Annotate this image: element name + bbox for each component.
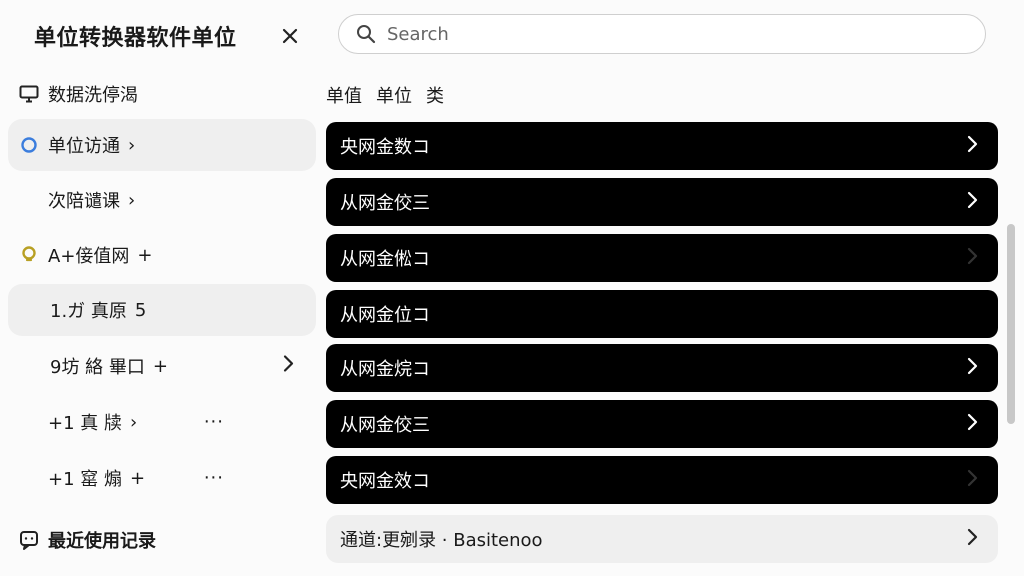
chevron-right-icon: [966, 469, 978, 491]
chevron-right-icon: ›: [128, 189, 136, 211]
chevron-right-icon: [966, 413, 978, 435]
column-header[interactable]: 单值: [326, 82, 362, 108]
list-item-label: 从网金位コ: [340, 305, 430, 326]
list-item[interactable]: 央网金数コ: [326, 122, 998, 170]
close-button[interactable]: [276, 22, 304, 50]
plus-icon: +: [137, 244, 153, 266]
search-icon: [355, 23, 377, 45]
more-icon[interactable]: ···: [204, 468, 224, 489]
sidebar-item-sub-1[interactable]: 次陪谴课 ›: [8, 174, 316, 226]
sidebar-item-label: 9坊 絡 畢口: [50, 357, 145, 378]
circle-icon: [18, 134, 40, 156]
sidebar-item-label: 次陪谴课: [48, 191, 120, 212]
column-header[interactable]: 类: [426, 82, 444, 108]
chevron-right-icon: ›: [129, 411, 138, 433]
column-header[interactable]: 单位: [376, 82, 412, 108]
sidebar-item-a-plus[interactable]: A+倿值网 +: [8, 229, 316, 281]
sidebar-item-count: 5: [134, 299, 147, 321]
lightbulb-icon: [18, 244, 40, 266]
sidebar-item-sub-4[interactable]: +1 真 牍 › ···: [8, 396, 316, 448]
list-item[interactable]: 从网金佼三: [326, 178, 998, 226]
list-item-label: 从网金烷コ: [340, 359, 430, 380]
chevron-right-icon: [966, 247, 978, 269]
list-item-label: 从网金倯コ: [340, 249, 430, 270]
list-item-label: 央网金效コ: [340, 471, 430, 492]
sidebar-item-label: 数据洗停渴: [48, 85, 138, 106]
chevron-right-icon: ›: [128, 134, 136, 156]
list-item[interactable]: 从网金佼三: [326, 400, 998, 448]
scrollbar[interactable]: [1007, 224, 1015, 424]
sidebar-item-sub-3[interactable]: 9坊 絡 畢口 +: [8, 340, 316, 392]
sidebar-item-recent[interactable]: 最近使用记录: [8, 514, 316, 566]
search-bar[interactable]: [338, 14, 986, 54]
plus-icon: +: [129, 467, 146, 489]
sidebar-item-label: 1.ガ 真原: [50, 301, 127, 322]
recent-record-row[interactable]: 通道:更剜录 · Basitenoo: [326, 515, 998, 563]
chevron-right-icon[interactable]: [282, 355, 294, 378]
close-icon: [282, 28, 298, 44]
list-item[interactable]: 央网金效コ: [326, 456, 998, 504]
app-title: 单位转换器软件单位: [34, 26, 237, 51]
sidebar-item-sub-5[interactable]: +1 窰 煽 + ···: [8, 452, 316, 504]
list-item-label: 从网金佼三: [340, 415, 430, 436]
chevron-right-icon: [966, 357, 978, 379]
column-headers: 单值 单位 类: [326, 82, 444, 108]
list-item[interactable]: 从网金烷コ: [326, 344, 998, 392]
list-item-label: 央网金数コ: [340, 137, 430, 158]
sidebar-item-label: A+倿值网: [48, 246, 130, 267]
sidebar-item-label: 单位访通: [48, 136, 120, 157]
sidebar-item-label: +1 真 牍: [48, 413, 122, 434]
search-input[interactable]: [385, 22, 969, 46]
recent-record-label: 通道:更剜录 · Basitenoo: [340, 530, 543, 551]
sidebar-item-data[interactable]: 数据洗停渴: [8, 68, 316, 120]
list-item[interactable]: 从网金位コ: [326, 290, 998, 338]
plus-icon: +: [152, 355, 168, 377]
sidebar-item-unit-access[interactable]: 单位访通 ›: [8, 119, 316, 171]
sidebar-item-label: +1 窰 煽: [48, 469, 122, 490]
sidebar-item-sub-2[interactable]: 1.ガ 真原 5: [8, 284, 316, 336]
monitor-icon: [18, 83, 40, 105]
list-item-label: 从网金佼三: [340, 193, 430, 214]
sidebar-item-label: 最近使用记录: [48, 531, 156, 552]
chevron-right-icon: [966, 191, 978, 213]
more-icon[interactable]: ···: [204, 412, 224, 433]
list-item[interactable]: 从网金倯コ: [326, 234, 998, 282]
chevron-right-icon: [966, 135, 978, 157]
chevron-right-icon: [966, 528, 978, 550]
chat-icon: [18, 529, 40, 551]
